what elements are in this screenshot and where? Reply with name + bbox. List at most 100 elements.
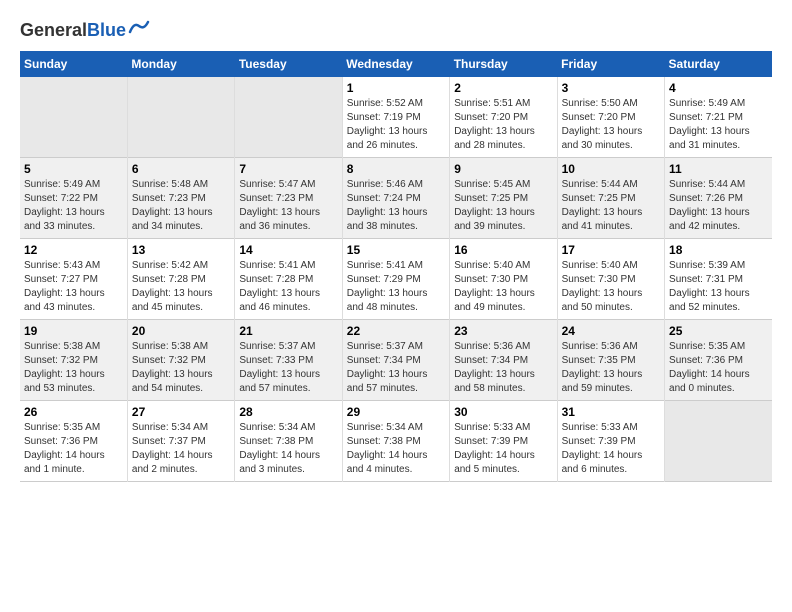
day-number: 23 bbox=[454, 324, 552, 338]
day-info: Sunrise: 5:36 AMSunset: 7:34 PMDaylight:… bbox=[454, 340, 552, 396]
day-cell: 8 Sunrise: 5:46 AMSunset: 7:24 PMDaylight… bbox=[342, 158, 449, 239]
day-cell: 13 Sunrise: 5:42 AMSunset: 7:28 PMDayligh… bbox=[127, 239, 234, 320]
logo-graphic: GeneralBlue bbox=[20, 20, 126, 41]
day-number: 8 bbox=[347, 162, 445, 176]
day-info: Sunrise: 5:37 AMSunset: 7:34 PMDaylight:… bbox=[347, 340, 445, 396]
day-cell: 25Sunrise: 5:35 AMSunset: 7:36 PMDayligh… bbox=[665, 320, 772, 401]
week-row-2: 5 Sunrise: 5:49 AMSunset: 7:22 PMDaylight… bbox=[20, 158, 772, 239]
day-info: Sunrise: 5:34 AMSunset: 7:37 PMDaylight:… bbox=[132, 421, 230, 477]
day-number: 17 bbox=[562, 243, 660, 257]
day-info: Sunrise: 5:38 AMSunset: 7:32 PMDaylight:… bbox=[132, 340, 230, 396]
day-number: 13 bbox=[132, 243, 230, 257]
day-header-friday: Friday bbox=[557, 51, 664, 77]
day-number: 14 bbox=[239, 243, 337, 257]
day-cell: 18 Sunrise: 5:39 AMSunset: 7:31 PMDayligh… bbox=[665, 239, 772, 320]
day-cell: 5 Sunrise: 5:49 AMSunset: 7:22 PMDaylight… bbox=[20, 158, 127, 239]
day-cell: 20 Sunrise: 5:38 AMSunset: 7:32 PMDayligh… bbox=[127, 320, 234, 401]
day-info: Sunrise: 5:49 AMSunset: 7:21 PMDaylight:… bbox=[669, 97, 768, 153]
day-number: 10 bbox=[562, 162, 660, 176]
day-info: Sunrise: 5:35 AMSunset: 7:36 PMDaylight:… bbox=[24, 421, 123, 477]
day-number: 9 bbox=[454, 162, 552, 176]
logo: GeneralBlue bbox=[20, 20, 150, 41]
day-info: Sunrise: 5:33 AMSunset: 7:39 PMDaylight:… bbox=[562, 421, 660, 477]
day-number: 12 bbox=[24, 243, 123, 257]
day-cell: 24 Sunrise: 5:36 AMSunset: 7:35 PMDayligh… bbox=[557, 320, 664, 401]
day-number: 27 bbox=[132, 405, 230, 419]
logo-brand: GeneralBlue bbox=[20, 20, 150, 41]
day-cell: 6Sunrise: 5:48 AMSunset: 7:23 PMDaylight… bbox=[127, 158, 234, 239]
day-cell: 28Sunrise: 5:34 AMSunset: 7:38 PMDayligh… bbox=[235, 401, 342, 482]
day-header-sunday: Sunday bbox=[20, 51, 127, 77]
day-info: Sunrise: 5:33 AMSunset: 7:39 PMDaylight:… bbox=[454, 421, 552, 477]
day-info: Sunrise: 5:50 AMSunset: 7:20 PMDaylight:… bbox=[562, 97, 660, 153]
day-info: Sunrise: 5:46 AMSunset: 7:24 PMDaylight:… bbox=[347, 178, 445, 234]
day-info: Sunrise: 5:47 AMSunset: 7:23 PMDaylight:… bbox=[239, 178, 337, 234]
week-row-3: 12 Sunrise: 5:43 AMSunset: 7:27 PMDayligh… bbox=[20, 239, 772, 320]
day-cell: 22 Sunrise: 5:37 AMSunset: 7:34 PMDayligh… bbox=[342, 320, 449, 401]
week-row-5: 26 Sunrise: 5:35 AMSunset: 7:36 PMDayligh… bbox=[20, 401, 772, 482]
day-number: 29 bbox=[347, 405, 445, 419]
day-cell: 7 Sunrise: 5:47 AMSunset: 7:23 PMDaylight… bbox=[235, 158, 342, 239]
day-info: Sunrise: 5:40 AMSunset: 7:30 PMDaylight:… bbox=[562, 259, 660, 315]
day-number: 15 bbox=[347, 243, 445, 257]
day-cell: 23 Sunrise: 5:36 AMSunset: 7:34 PMDayligh… bbox=[450, 320, 557, 401]
day-cell: 4Sunrise: 5:49 AMSunset: 7:21 PMDaylight… bbox=[665, 77, 772, 158]
day-cell: 31 Sunrise: 5:33 AMSunset: 7:39 PMDayligh… bbox=[557, 401, 664, 482]
day-number: 3 bbox=[562, 81, 660, 95]
day-info: Sunrise: 5:43 AMSunset: 7:27 PMDaylight:… bbox=[24, 259, 123, 315]
day-info: Sunrise: 5:37 AMSunset: 7:33 PMDaylight:… bbox=[239, 340, 337, 396]
days-header-row: SundayMondayTuesdayWednesdayThursdayFrid… bbox=[20, 51, 772, 77]
day-info: Sunrise: 5:40 AMSunset: 7:30 PMDaylight:… bbox=[454, 259, 552, 315]
day-number: 18 bbox=[669, 243, 768, 257]
day-info: Sunrise: 5:51 AMSunset: 7:20 PMDaylight:… bbox=[454, 97, 552, 153]
day-number: 7 bbox=[239, 162, 337, 176]
day-info: Sunrise: 5:45 AMSunset: 7:25 PMDaylight:… bbox=[454, 178, 552, 234]
day-number: 11 bbox=[669, 162, 768, 176]
day-cell: 9 Sunrise: 5:45 AMSunset: 7:25 PMDaylight… bbox=[450, 158, 557, 239]
day-cell bbox=[20, 77, 127, 158]
day-number: 2 bbox=[454, 81, 552, 95]
day-cell bbox=[127, 77, 234, 158]
day-cell: 12 Sunrise: 5:43 AMSunset: 7:27 PMDayligh… bbox=[20, 239, 127, 320]
day-number: 24 bbox=[562, 324, 660, 338]
day-header-thursday: Thursday bbox=[450, 51, 557, 77]
day-number: 31 bbox=[562, 405, 660, 419]
day-cell: 26 Sunrise: 5:35 AMSunset: 7:36 PMDayligh… bbox=[20, 401, 127, 482]
day-info: Sunrise: 5:49 AMSunset: 7:22 PMDaylight:… bbox=[24, 178, 123, 234]
day-info: Sunrise: 5:41 AMSunset: 7:28 PMDaylight:… bbox=[239, 259, 337, 315]
day-number: 6 bbox=[132, 162, 230, 176]
day-info: Sunrise: 5:41 AMSunset: 7:29 PMDaylight:… bbox=[347, 259, 445, 315]
day-number: 26 bbox=[24, 405, 123, 419]
day-cell bbox=[235, 77, 342, 158]
day-header-wednesday: Wednesday bbox=[342, 51, 449, 77]
day-header-tuesday: Tuesday bbox=[235, 51, 342, 77]
day-cell: 3 Sunrise: 5:50 AMSunset: 7:20 PMDaylight… bbox=[557, 77, 664, 158]
day-cell: 29 Sunrise: 5:34 AMSunset: 7:38 PMDayligh… bbox=[342, 401, 449, 482]
day-cell: 27 Sunrise: 5:34 AMSunset: 7:37 PMDayligh… bbox=[127, 401, 234, 482]
day-info: Sunrise: 5:34 AMSunset: 7:38 PMDaylight:… bbox=[347, 421, 445, 477]
day-cell: 14 Sunrise: 5:41 AMSunset: 7:28 PMDayligh… bbox=[235, 239, 342, 320]
day-cell: 2 Sunrise: 5:51 AMSunset: 7:20 PMDaylight… bbox=[450, 77, 557, 158]
day-number: 20 bbox=[132, 324, 230, 338]
logo-wave-icon bbox=[128, 18, 150, 36]
day-cell bbox=[665, 401, 772, 482]
day-info: Sunrise: 5:52 AMSunset: 7:19 PMDaylight:… bbox=[347, 97, 445, 153]
day-cell: 15 Sunrise: 5:41 AMSunset: 7:29 PMDayligh… bbox=[342, 239, 449, 320]
day-number: 5 bbox=[24, 162, 123, 176]
day-number: 22 bbox=[347, 324, 445, 338]
day-number: 16 bbox=[454, 243, 552, 257]
day-header-saturday: Saturday bbox=[665, 51, 772, 77]
week-row-1: 1Sunrise: 5:52 AMSunset: 7:19 PMDaylight… bbox=[20, 77, 772, 158]
day-info: Sunrise: 5:38 AMSunset: 7:32 PMDaylight:… bbox=[24, 340, 123, 396]
day-info: Sunrise: 5:42 AMSunset: 7:28 PMDaylight:… bbox=[132, 259, 230, 315]
day-number: 19 bbox=[24, 324, 123, 338]
day-info: Sunrise: 5:39 AMSunset: 7:31 PMDaylight:… bbox=[669, 259, 768, 315]
day-cell: 11Sunrise: 5:44 AMSunset: 7:26 PMDayligh… bbox=[665, 158, 772, 239]
day-number: 30 bbox=[454, 405, 552, 419]
day-header-monday: Monday bbox=[127, 51, 234, 77]
day-info: Sunrise: 5:36 AMSunset: 7:35 PMDaylight:… bbox=[562, 340, 660, 396]
day-cell: 17 Sunrise: 5:40 AMSunset: 7:30 PMDayligh… bbox=[557, 239, 664, 320]
day-cell: 30 Sunrise: 5:33 AMSunset: 7:39 PMDayligh… bbox=[450, 401, 557, 482]
day-info: Sunrise: 5:35 AMSunset: 7:36 PMDaylight:… bbox=[669, 340, 768, 396]
logo-blue-label: Blue bbox=[87, 20, 126, 40]
